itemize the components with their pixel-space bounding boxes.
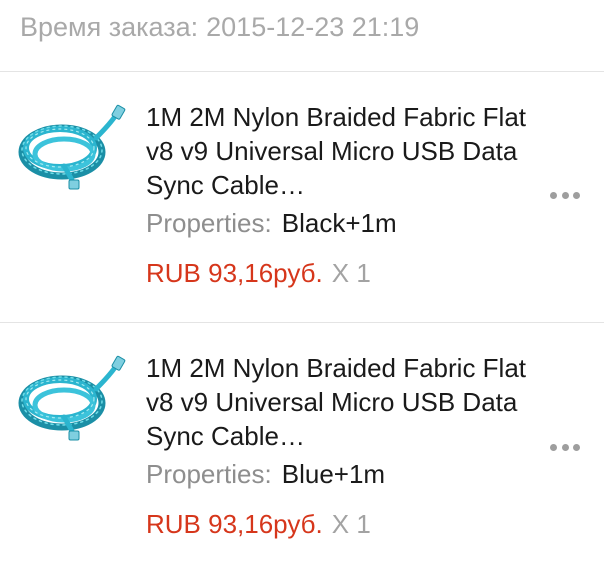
item-quantity: X 1 bbox=[331, 509, 371, 539]
item-title[interactable]: 1M 2M Nylon Braided Fabric Flat v8 v9 Un… bbox=[146, 100, 546, 202]
item-price: RUB 93,16руб. bbox=[146, 509, 323, 539]
more-dots-icon[interactable] bbox=[550, 191, 580, 199]
order-time-value: 2015-12-23 21:19 bbox=[206, 12, 420, 42]
order-item[interactable]: 1M 2M Nylon Braided Fabric Flat v8 v9 Un… bbox=[0, 323, 604, 573]
properties-label: Properties: bbox=[146, 208, 272, 238]
cable-image[interactable] bbox=[12, 104, 130, 190]
item-properties: Properties: Black+1m bbox=[146, 206, 546, 240]
item-quantity: X 1 bbox=[331, 258, 371, 288]
item-price-row: RUB 93,16руб. X 1 bbox=[146, 507, 546, 541]
cable-image[interactable] bbox=[12, 355, 130, 441]
item-price-row: RUB 93,16руб. X 1 bbox=[146, 256, 546, 290]
item-title[interactable]: 1M 2M Nylon Braided Fabric Flat v8 v9 Un… bbox=[146, 351, 546, 453]
more-dots-icon[interactable] bbox=[550, 443, 580, 451]
order-time: Время заказа: 2015-12-23 21:19 bbox=[20, 9, 419, 45]
item-properties: Properties: Blue+1m bbox=[146, 457, 546, 491]
properties-value: Blue+1m bbox=[281, 459, 386, 489]
properties-label: Properties: bbox=[146, 459, 272, 489]
order-item[interactable]: 1M 2M Nylon Braided Fabric Flat v8 v9 Un… bbox=[0, 72, 604, 322]
properties-value: Black+1m bbox=[281, 208, 397, 238]
order-time-label: Время заказа: bbox=[20, 12, 199, 42]
item-price: RUB 93,16руб. bbox=[146, 258, 323, 288]
